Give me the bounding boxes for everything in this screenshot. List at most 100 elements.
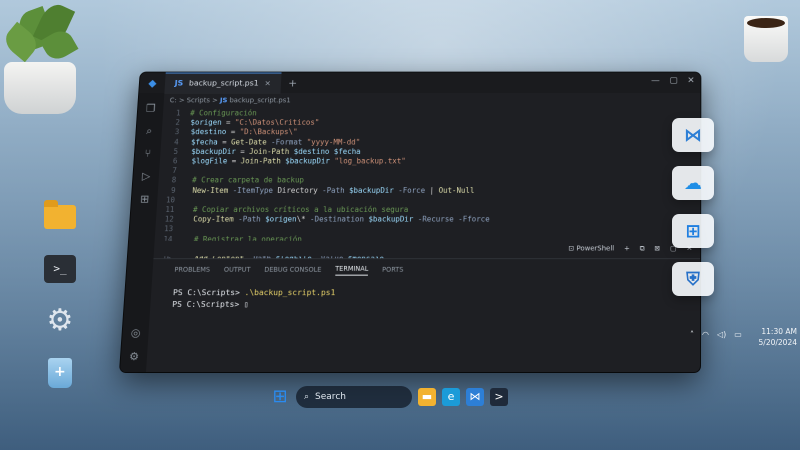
defender-shield-icon[interactable]: ⛨	[672, 262, 714, 296]
source-control-icon[interactable]: ⑂	[140, 147, 155, 160]
close-window-icon[interactable]: ✕	[687, 76, 694, 85]
title-bar: ◆ JS backup_script.ps1 × + — ▢ ✕	[139, 72, 701, 94]
minimize-icon[interactable]: —	[651, 76, 660, 85]
breadcrumb-path[interactable]: C: > Scripts >	[169, 97, 218, 104]
settings-gear-icon[interactable]: ⚙	[127, 350, 142, 364]
tab-terminal[interactable]: TERMINAL	[334, 264, 369, 276]
code-token: $logFile	[191, 156, 228, 166]
code-token: "D:\Backups\"	[239, 127, 298, 137]
close-tab-icon[interactable]: ×	[264, 79, 271, 87]
chevron-up-icon[interactable]: ˄	[690, 330, 694, 339]
explorer-icon[interactable]: ❐	[144, 102, 158, 115]
code-editor[interactable]: 1 # Configuración 2 $origen = "C:\Datos\Cri…	[157, 108, 690, 263]
code-token: Out-Null	[438, 185, 475, 195]
tab-debug-console[interactable]: DEBUG CONSOLE	[264, 266, 321, 274]
code-token: $backupDir	[368, 215, 414, 224]
account-icon[interactable]: ◎	[128, 326, 143, 340]
code-token: New-Item	[192, 185, 229, 195]
code-token: Copy-Item	[193, 215, 234, 224]
file-type-icon: JS	[174, 79, 184, 88]
clock-time: 11:30 AM	[761, 327, 797, 336]
start-windows-icon[interactable]: ⊞	[270, 387, 290, 407]
tab-output[interactable]: OUTPUT	[224, 266, 251, 274]
code-token: =	[217, 137, 232, 146]
taskbar: ⊞ ⌕ Search ▬ e ⋈ >	[270, 382, 540, 412]
terminal-icon: ⊡	[568, 244, 577, 253]
code-token: "yyyy-MM-dd"	[306, 137, 361, 146]
code-token: -Path	[233, 215, 266, 224]
terminal-cursor: ▯	[243, 300, 249, 309]
code-token: $origen	[190, 118, 222, 127]
code-token: # Configuración	[189, 108, 257, 118]
file-explorer-icon[interactable]: ▬	[418, 388, 436, 406]
search-icon[interactable]: ⌕	[142, 125, 156, 138]
code-token: -Destination	[309, 215, 369, 224]
wifi-icon[interactable]: ◠	[702, 330, 709, 339]
code-token: $destino $fecha	[293, 147, 361, 156]
code-line: New-Item -ItemType Directory -Path $back…	[192, 185, 474, 196]
split-terminal-icon[interactable]: ⧉	[640, 244, 645, 253]
volume-icon[interactable]: ◁)	[717, 330, 726, 339]
code-line: $logFile = Join-Path $backupDir "log_bac…	[191, 156, 406, 167]
terminal-output[interactable]: PS C:\Scripts> .\backup_script.ps1 PS C:…	[172, 287, 336, 310]
terminal-taskbar-icon[interactable]: >	[490, 388, 508, 406]
panel-tabs: PROBLEMS OUTPUT DEBUG CONSOLE TERMINAL PORTS	[152, 258, 701, 281]
code-token: # Copiar archivos críticos a la ubicació…	[192, 205, 409, 214]
tab-backup-script[interactable]: JS backup_script.ps1 ×	[164, 72, 282, 94]
terminal-command: .\backup_script.ps1	[244, 288, 336, 298]
maximize-icon[interactable]: ▢	[669, 76, 677, 85]
tab-ports[interactable]: PORTS	[382, 266, 404, 274]
code-token: -Recurse -Fforce	[413, 215, 490, 224]
code-line: Copy-Item -Path $origen\* -Destination $…	[193, 214, 490, 225]
code-token: $destino	[190, 127, 227, 137]
folder-icon[interactable]	[42, 200, 78, 234]
new-terminal-icon[interactable]: +	[624, 245, 630, 253]
extensions-icon[interactable]: ⊞	[137, 193, 152, 206]
taskbar-search[interactable]: ⌕ Search	[296, 386, 412, 408]
tab-problems[interactable]: PROBLEMS	[174, 266, 210, 274]
coffee-mug	[738, 10, 796, 68]
clock-date: 5/20/2024	[758, 338, 797, 347]
shell-label: PowerShell	[576, 244, 615, 253]
shell-indicator[interactable]: ⊡ PowerShell	[568, 245, 614, 253]
battery-icon[interactable]: ▭	[734, 330, 742, 339]
vscode-logo-icon: ◆	[148, 76, 158, 89]
code-token: # Crear carpeta de backup	[191, 176, 305, 185]
settings-icon[interactable]: ⚙	[42, 304, 78, 338]
recycle-bin-icon[interactable]	[42, 356, 78, 390]
code-token: $origen	[264, 215, 297, 224]
breadcrumb-file-icon: JS	[219, 96, 228, 105]
tab-label: backup_script.ps1	[188, 79, 259, 88]
terminal-app-icon[interactable]: >_	[42, 252, 78, 286]
code-token: Join-Path	[248, 147, 290, 156]
visual-studio-icon[interactable]: ⋈	[672, 118, 714, 152]
code-token: "log_backup.txt"	[334, 156, 406, 166]
code-token: \*	[296, 215, 311, 224]
terminal-prompt-1: PS C:\Scripts>	[172, 288, 245, 298]
run-debug-icon[interactable]: ▷	[139, 170, 154, 183]
code-token: =	[235, 147, 250, 156]
terminal-prompt-2: PS C:\Scripts>	[172, 300, 245, 309]
left-dock: >_ ⚙	[42, 200, 78, 390]
breadcrumb-file[interactable]: backup_script.ps1	[229, 97, 290, 104]
windows-icon[interactable]: ⊞	[672, 214, 714, 248]
search-icon: ⌕	[304, 392, 310, 402]
vscode-taskbar-icon[interactable]: ⋈	[466, 388, 484, 406]
edge-browser-icon[interactable]: e	[442, 388, 460, 406]
code-token: $fecha	[190, 137, 218, 146]
breadcrumb: C: > Scripts > JS backup_script.ps1	[169, 97, 290, 104]
code-token: =	[221, 118, 236, 127]
code-token: -Force	[393, 185, 430, 195]
onedrive-cloud-icon[interactable]: ☁	[672, 166, 714, 200]
code-token: Directory	[277, 185, 318, 195]
kill-terminal-icon[interactable]: ⊠	[654, 245, 660, 253]
potted-plant	[0, 0, 90, 115]
code-token: -Path	[317, 185, 350, 195]
code-token: =	[227, 156, 241, 166]
search-label: Search	[315, 392, 346, 402]
clock[interactable]: 11:30 AM 5/20/2024	[755, 326, 797, 348]
panel-header: ⊡ PowerShell + ⧉ ⊠ ▢ ✕	[153, 240, 701, 257]
system-tray: ˄ ◠ ◁) ▭	[690, 330, 742, 339]
new-tab-icon[interactable]: +	[288, 77, 298, 89]
editor-window: ◆ JS backup_script.ps1 × + — ▢ ✕ ❐ ⌕ ⑂ ▷…	[120, 72, 701, 372]
